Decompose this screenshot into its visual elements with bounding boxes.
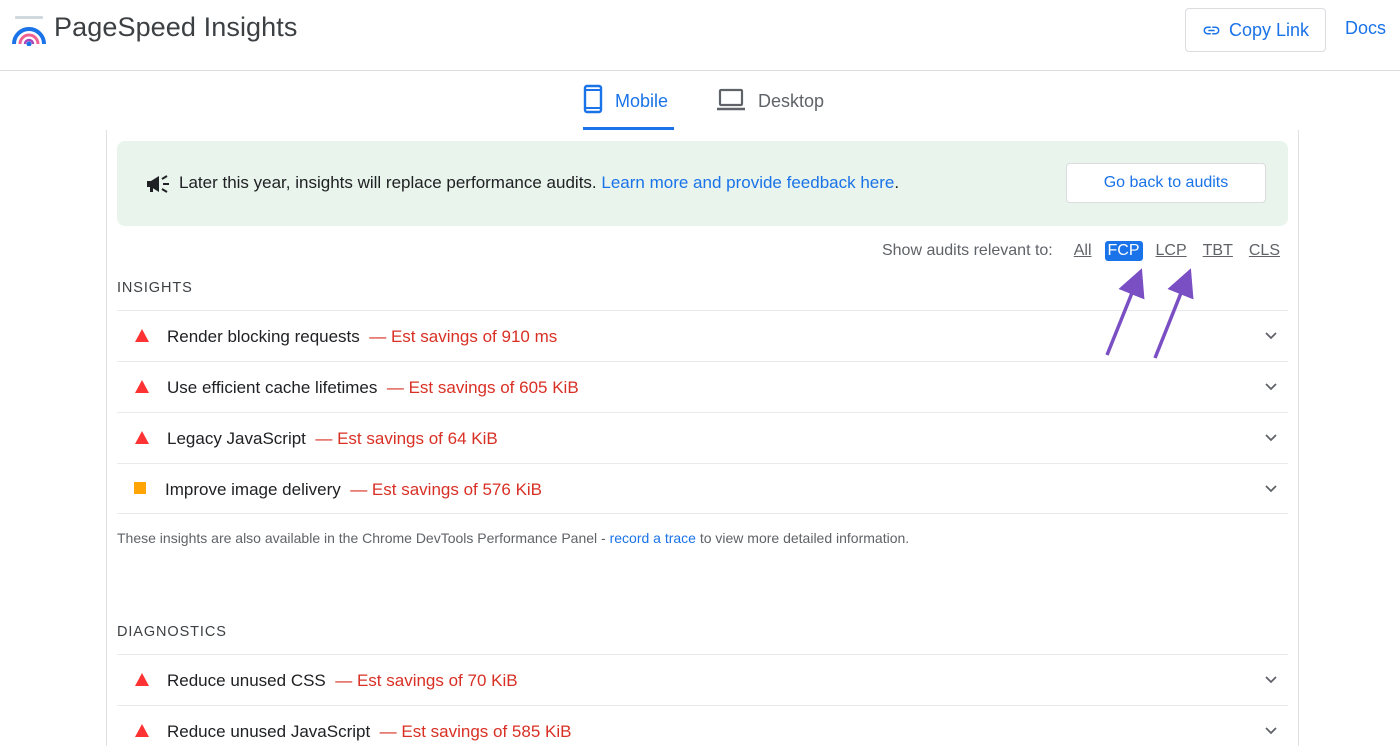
chevron-down-icon[interactable] xyxy=(1264,673,1278,687)
tab-desktop[interactable]: Desktop xyxy=(716,84,831,130)
filter-all[interactable]: All xyxy=(1071,241,1095,261)
insights-heading: INSIGHTS xyxy=(117,280,193,296)
link-icon xyxy=(1203,26,1220,34)
banner-text-end: . xyxy=(894,173,900,192)
insight-label: Render blocking requests xyxy=(167,327,360,346)
diagnostic-savings: — Est savings of 70 KiB xyxy=(335,671,518,690)
diagnostic-title: Reduce unused JavaScript — Est savings o… xyxy=(167,722,571,742)
filter-label: Show audits relevant to: xyxy=(881,242,1053,259)
tab-mobile[interactable]: Mobile xyxy=(583,84,674,130)
insight-label: Improve image delivery xyxy=(165,480,341,499)
chevron-down-icon[interactable] xyxy=(1264,724,1278,738)
fail-triangle-icon xyxy=(135,380,149,393)
banner-message: Later this year, insights will replace p… xyxy=(179,173,899,193)
filter-lcp[interactable]: LCP xyxy=(1153,241,1190,261)
insights-note: These insights are also available in the… xyxy=(117,530,909,546)
app-title: PageSpeed Insights xyxy=(54,12,298,42)
laptop-icon xyxy=(717,88,745,111)
tab-mobile-label: Mobile xyxy=(615,91,669,111)
fail-triangle-icon xyxy=(135,673,149,686)
chevron-down-icon[interactable] xyxy=(1264,431,1278,445)
megaphone-icon xyxy=(147,175,169,193)
chevron-down-icon[interactable] xyxy=(1264,482,1278,496)
diagnostic-row-unused-css[interactable]: Reduce unused CSS — Est savings of 70 Ki… xyxy=(117,654,1288,705)
average-square-icon xyxy=(134,482,146,494)
copy-link-button[interactable]: Copy Link xyxy=(1185,8,1326,52)
filter-tbt[interactable]: TBT xyxy=(1200,241,1236,261)
diagnostic-label: Reduce unused CSS xyxy=(167,671,326,690)
insight-row-image-delivery[interactable]: Improve image delivery — Est savings of … xyxy=(117,463,1288,514)
insight-savings: — Est savings of 64 KiB xyxy=(315,429,498,448)
audit-filter: Show audits relevant to: All FCP LCP TBT… xyxy=(882,241,1283,261)
insight-savings: — Est savings of 910 ms xyxy=(369,327,558,346)
insight-row-cache-lifetimes[interactable]: Use efficient cache lifetimes — Est savi… xyxy=(117,361,1288,412)
insight-savings: — Est savings of 576 KiB xyxy=(350,480,543,499)
filter-fcp[interactable]: FCP xyxy=(1104,241,1143,261)
insight-row-render-blocking[interactable]: Render blocking requests — Est savings o… xyxy=(117,310,1288,361)
fail-triangle-icon xyxy=(135,724,149,737)
copy-link-label: Copy Link xyxy=(1228,19,1310,40)
top-header: PageSpeed Insights Copy Link Docs xyxy=(0,0,1400,71)
insights-banner: Later this year, insights will replace p… xyxy=(117,141,1288,226)
insight-title: Legacy JavaScript — Est savings of 64 Ki… xyxy=(167,429,498,449)
learn-more-link[interactable]: Learn more and provide feedback here xyxy=(601,173,894,192)
insight-label: Legacy JavaScript xyxy=(167,429,306,448)
note-text-end: to view more detailed information. xyxy=(695,530,910,546)
banner-text: Later this year, insights will replace p… xyxy=(179,173,597,192)
note-text: These insights are also available in the… xyxy=(117,530,610,546)
docs-link[interactable]: Docs xyxy=(1345,18,1386,39)
pagespeed-logo-icon xyxy=(12,16,46,46)
insight-savings: — Est savings of 605 KiB xyxy=(386,378,579,397)
diagnostic-title: Reduce unused CSS — Est savings of 70 Ki… xyxy=(167,671,518,691)
filter-cls[interactable]: CLS xyxy=(1246,241,1283,261)
chevron-down-icon[interactable] xyxy=(1264,380,1278,394)
diagnostics-heading: DIAGNOSTICS xyxy=(117,624,227,640)
diagnostic-label: Reduce unused JavaScript xyxy=(167,722,371,741)
phone-icon xyxy=(583,84,603,114)
diagnostic-savings: — Est savings of 585 KiB xyxy=(379,722,572,741)
record-trace-link[interactable]: record a trace xyxy=(610,530,696,546)
diagnostic-row-unused-javascript[interactable]: Reduce unused JavaScript — Est savings o… xyxy=(117,705,1288,746)
go-back-to-audits-button[interactable]: Go back to audits xyxy=(1066,163,1266,203)
tab-desktop-label: Desktop xyxy=(758,91,825,111)
fail-triangle-icon xyxy=(135,329,149,342)
insight-label: Use efficient cache lifetimes xyxy=(167,378,378,397)
chevron-down-icon[interactable] xyxy=(1264,329,1278,343)
insight-title: Improve image delivery — Est savings of … xyxy=(165,480,542,500)
insight-title: Render blocking requests — Est savings o… xyxy=(167,327,557,347)
insight-title: Use efficient cache lifetimes — Est savi… xyxy=(167,378,579,398)
fail-triangle-icon xyxy=(135,431,149,444)
insight-row-legacy-javascript[interactable]: Legacy JavaScript — Est savings of 64 Ki… xyxy=(117,412,1288,463)
